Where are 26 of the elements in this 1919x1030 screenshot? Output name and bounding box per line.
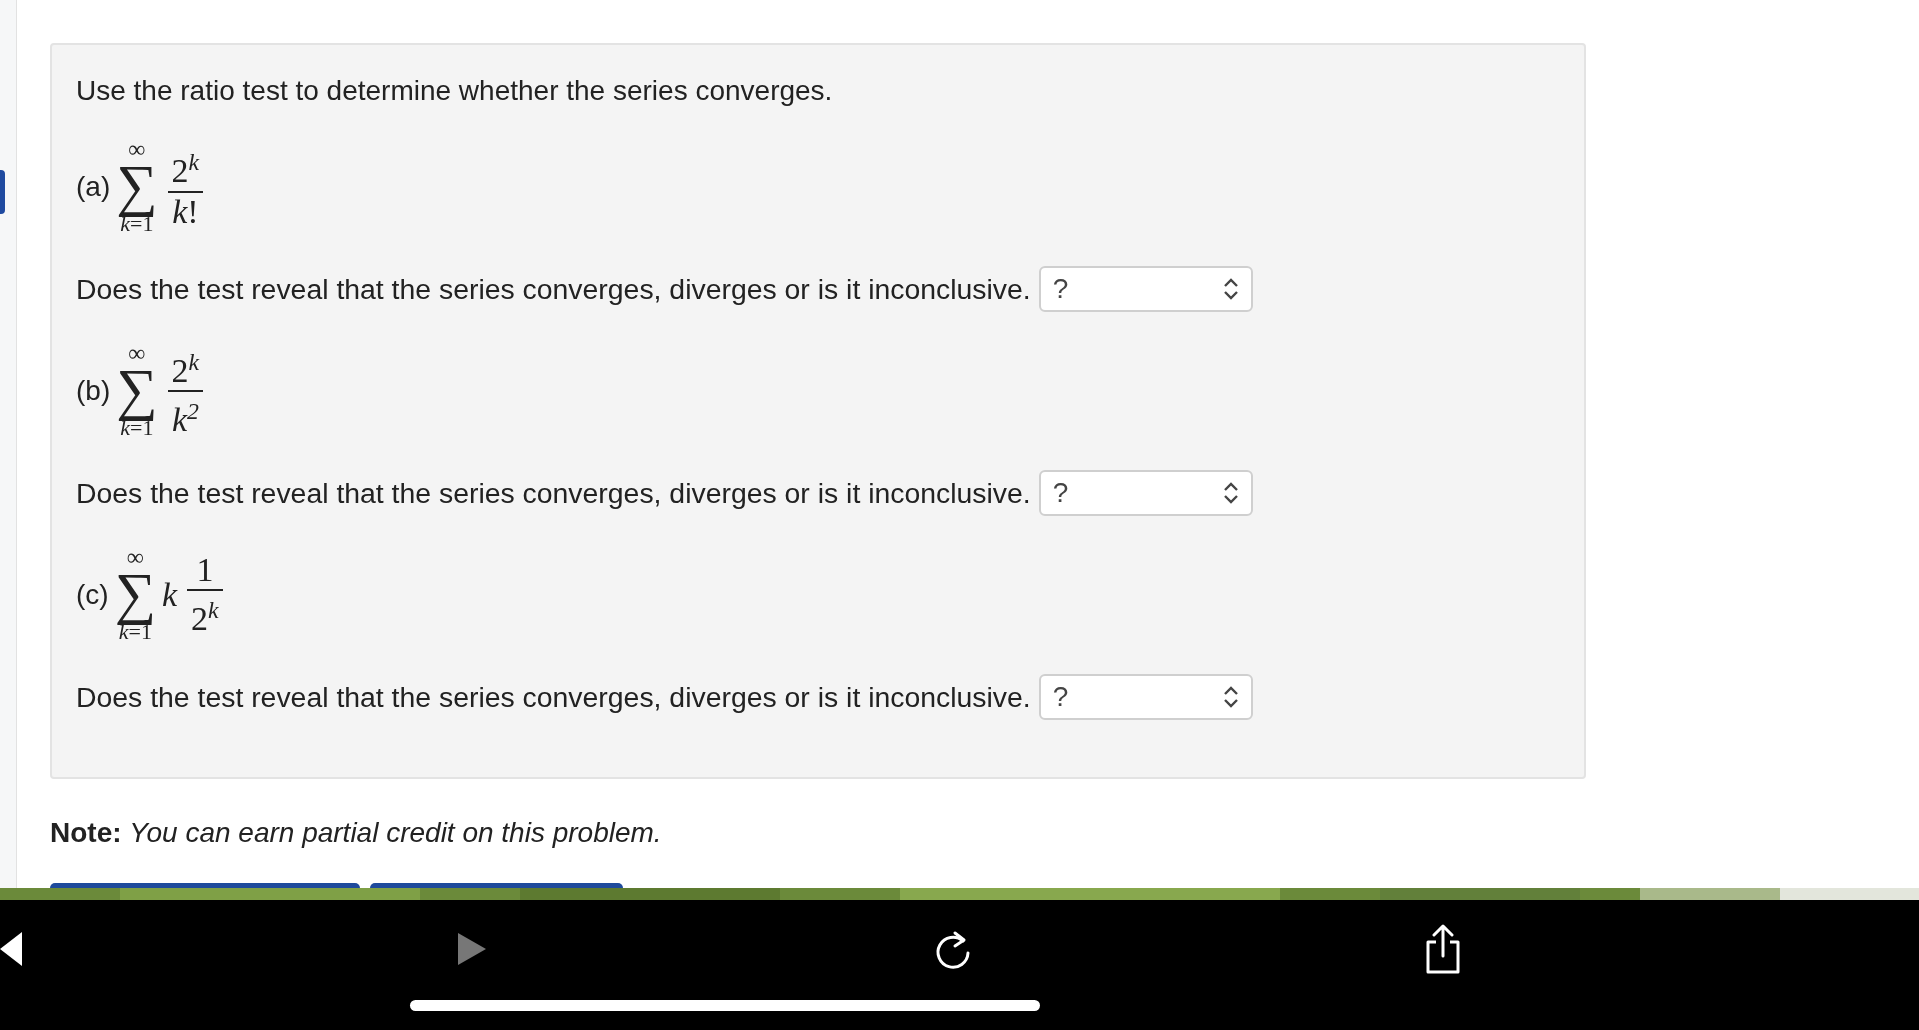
question-text: Does the test reveal that the series converges, diverges or is it inconclusive. — [76, 272, 1031, 306]
numerator: 2$^{k}$ — [170, 148, 201, 191]
numerator: 1 — [195, 551, 215, 590]
answer-dropdown[interactable]: ? — [1038, 266, 1253, 312]
upper-limit: ∞ — [126, 547, 144, 567]
problem-text: Use the ratio test to determine whether the series converges. — [76, 74, 834, 108]
question-text: Does the test reveal that the series converges, diverges or is it inconclusive. — [76, 680, 1031, 714]
part-label: (c) — [76, 579, 109, 611]
chevron-updown-icon — [1222, 278, 1239, 300]
chevron-updown-icon — [1222, 482, 1239, 504]
answer-dropdown[interactable]: ? — [1038, 470, 1253, 516]
upper-limit: ∞ — [128, 139, 146, 159]
chevron-updown-icon — [1222, 686, 1239, 708]
part-label: (b) — [76, 375, 111, 407]
back-icon[interactable] — [0, 932, 22, 966]
note-text: Note: You can earn partial credit on this problem. — [50, 817, 663, 849]
answer-dropdown[interactable]: ? — [1038, 674, 1253, 720]
coefficient: k — [162, 576, 178, 614]
numerator: 2$^{k}$ — [170, 347, 201, 390]
sidebar-tab[interactable] — [0, 170, 5, 214]
part-label: (a) — [76, 171, 111, 203]
upper-limit: ∞ — [128, 343, 146, 363]
denominator: k$^{2}$ — [170, 397, 200, 440]
denominator: k! — [171, 192, 200, 231]
denominator: 2$^{k}$ — [190, 596, 220, 639]
question-text: Does the test reveal that the series converges, diverges or is it inconclusive. — [76, 476, 1031, 510]
